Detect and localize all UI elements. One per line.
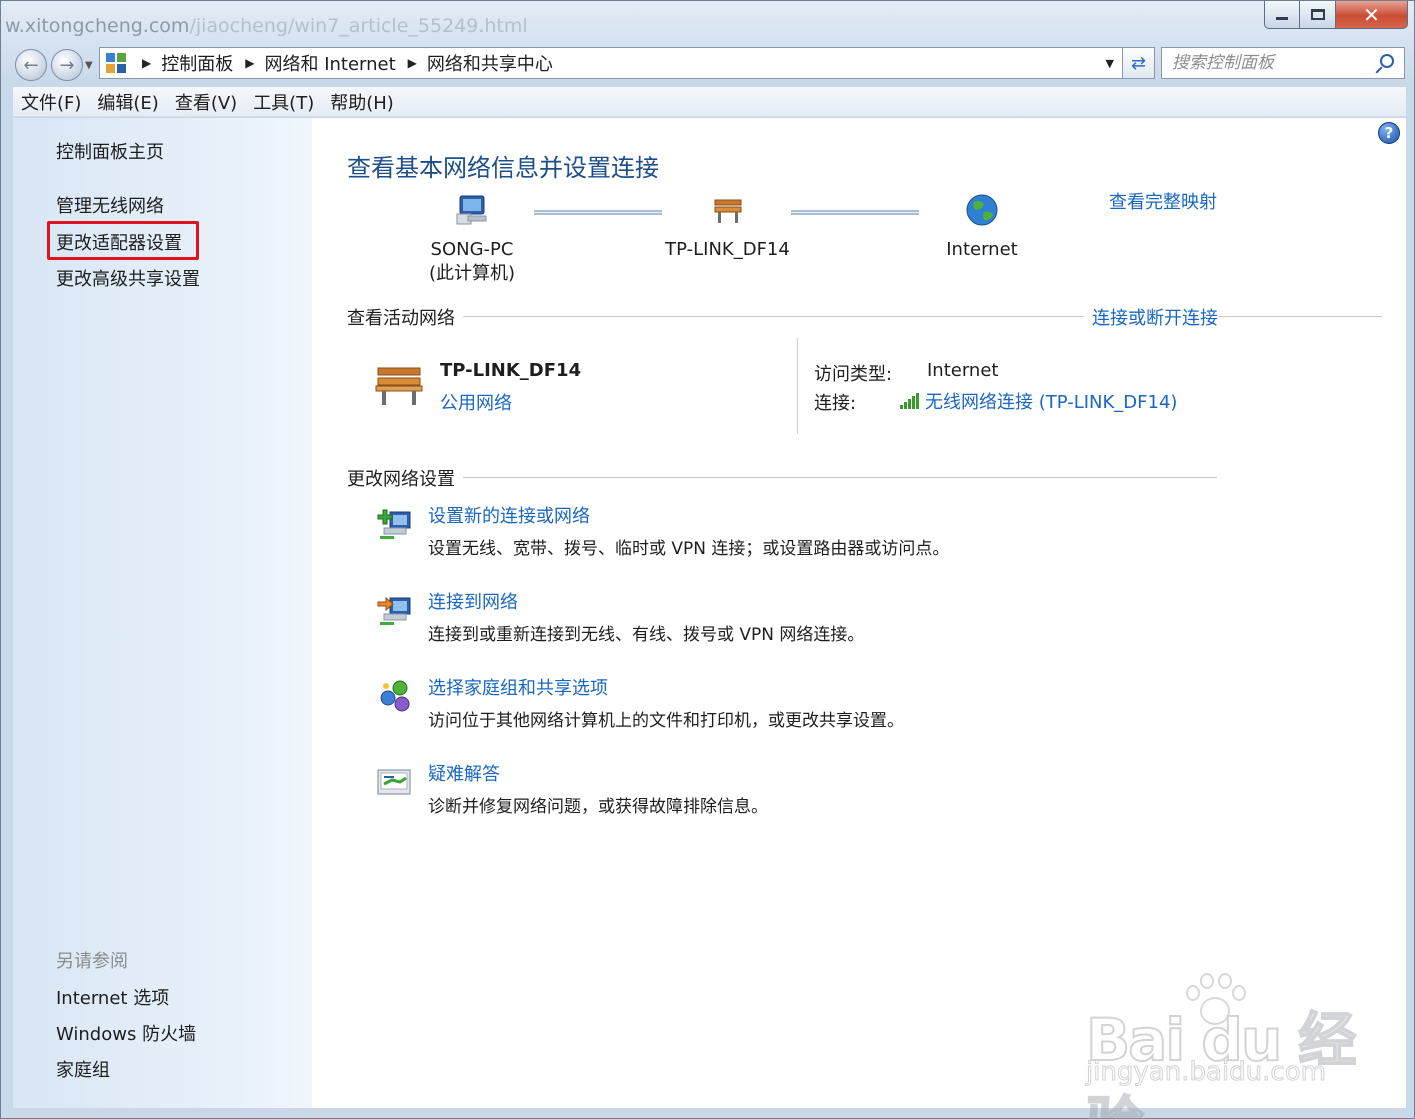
troubleshoot-icon [376, 764, 414, 800]
network-type-link[interactable]: 公用网络 [440, 389, 512, 415]
homegroup-icon [376, 678, 414, 714]
node-computer[interactable]: SONG-PC (此计算机) [417, 192, 527, 286]
baidu-jingyan-watermark: Bai du 经验 jingyan.baidu.com [1085, 969, 1376, 1119]
section-divider [352, 477, 1217, 478]
new-connection-icon [376, 506, 414, 542]
refresh-icon: ⇄ [1130, 52, 1147, 74]
computer-icon [454, 192, 490, 228]
connect-disconnect-link[interactable]: 连接或断开连接 [1084, 304, 1218, 330]
connect-network-icon [376, 592, 414, 628]
minimize-button[interactable] [1264, 1, 1300, 29]
access-type-value: Internet [927, 360, 999, 381]
chevron-right-icon[interactable]: ▶ [142, 56, 151, 70]
menu-help[interactable]: 帮助(H) [330, 89, 394, 115]
breadcrumb-network-sharing-center[interactable]: 网络和共享中心 [427, 50, 553, 76]
minimize-icon [1276, 17, 1288, 20]
address-bar[interactable]: ▶ 控制面板 ▶ 网络和 Internet ▶ 网络和共享中心 ▼ [99, 47, 1123, 79]
globe-icon [964, 192, 1000, 228]
search-box[interactable] [1161, 47, 1405, 79]
recent-pages-dropdown[interactable]: ▼ [85, 60, 93, 71]
sidebar-manage-wireless[interactable]: 管理无线网络 [56, 192, 164, 218]
menu-edit[interactable]: 编辑(E) [97, 89, 158, 115]
back-button[interactable]: ← [15, 49, 47, 81]
content-area: 控制面板主页 管理无线网络 更改适配器设置 更改高级共享设置 另请参阅 Inte… [13, 118, 1406, 1108]
node-internet[interactable]: Internet [932, 192, 1032, 262]
maximize-button[interactable] [1300, 1, 1336, 29]
homegroup-sharing-link[interactable]: 选择家庭组和共享选项 [428, 674, 608, 700]
node-computer-caption: (此计算机) [428, 263, 516, 284]
connection-line-router-internet [791, 210, 919, 215]
caption-buttons: ✕ [1264, 1, 1408, 29]
connection-label: 连接: [814, 393, 857, 414]
watermark-url: jingyan.baidu.com [1086, 1057, 1327, 1088]
node-computer-name: SONG-PC [430, 239, 514, 260]
troubleshoot-link[interactable]: 疑难解答 [428, 760, 500, 786]
section-divider [352, 316, 1382, 317]
active-networks-heading: 查看活动网络 [347, 304, 463, 330]
control-panel-window: w.xitongcheng.com/jiaocheng/win7_article… [0, 0, 1415, 1119]
sidebar-internet-options[interactable]: Internet 选项 [56, 984, 169, 1010]
breadcrumb-control-panel[interactable]: 控制面板 [161, 50, 233, 76]
node-internet-name: Internet [946, 239, 1018, 260]
node-network[interactable]: TP-LINK_DF14 [655, 192, 800, 262]
sidebar-homegroup[interactable]: 家庭组 [56, 1056, 110, 1082]
menu-view[interactable]: 查看(V) [175, 89, 237, 115]
page-title: 查看基本网络信息并设置连接 [347, 154, 659, 182]
highlight-annotation-box [47, 221, 199, 260]
bench-network-icon[interactable] [374, 362, 426, 408]
breadcrumb-network-internet[interactable]: 网络和 Internet [264, 50, 395, 76]
forward-button[interactable]: → [51, 49, 83, 81]
connect-to-network-desc: 连接到或重新连接到无线、有线、拨号或 VPN 网络连接。 [428, 625, 865, 645]
arrow-left-icon: ← [23, 54, 39, 76]
menu-bar: 文件(F) 编辑(E) 查看(V) 工具(T) 帮助(H) [13, 87, 1406, 117]
close-icon: ✕ [1363, 2, 1380, 27]
node-network-name: TP-LINK_DF14 [665, 239, 790, 260]
refresh-button[interactable]: ⇄ [1123, 47, 1155, 79]
vertical-divider [797, 338, 798, 434]
wifi-signal-icon [900, 393, 919, 409]
watermark-logo-text: Bai du 经验 [1085, 1005, 1357, 1119]
connection-line-computer-router [534, 210, 662, 215]
maximize-icon [1310, 9, 1325, 20]
setup-new-connection-link[interactable]: 设置新的连接或网络 [428, 502, 590, 528]
wireless-connection-text: 无线网络连接 (TP-LINK_DF14) [925, 392, 1178, 413]
menu-file[interactable]: 文件(F) [21, 89, 81, 115]
close-button[interactable]: ✕ [1336, 1, 1408, 29]
access-type-label: 访问类型: [814, 364, 893, 385]
bench-network-icon [710, 192, 746, 228]
sidebar-advanced-sharing[interactable]: 更改高级共享设置 [56, 265, 200, 291]
arrow-right-icon: → [59, 54, 75, 76]
sidebar-windows-firewall[interactable]: Windows 防火墙 [56, 1020, 196, 1046]
homegroup-sharing-desc: 访问位于其他网络计算机上的文件和打印机，或更改共享设置。 [428, 711, 904, 731]
chevron-down-icon[interactable]: ▼ [1106, 57, 1114, 70]
change-settings-heading: 更改网络设置 [347, 465, 463, 491]
see-also-heading: 另请参阅 [56, 951, 128, 972]
view-full-map-link[interactable]: 查看完整映射 [1109, 188, 1217, 214]
chevron-right-icon[interactable]: ▶ [408, 56, 417, 70]
control-panel-icon [104, 51, 130, 75]
active-network-name: TP-LINK_DF14 [440, 360, 582, 381]
chevron-right-icon[interactable]: ▶ [245, 56, 254, 70]
background-browser-url: w.xitongcheng.com/jiaocheng/win7_article… [5, 15, 528, 37]
sidebar-control-panel-home[interactable]: 控制面板主页 [56, 138, 164, 164]
menu-tools[interactable]: 工具(T) [253, 89, 314, 115]
sidebar: 控制面板主页 管理无线网络 更改适配器设置 更改高级共享设置 另请参阅 Inte… [13, 118, 312, 1108]
help-icon[interactable]: ? [1378, 122, 1400, 144]
main-panel: ? 查看基本网络信息并设置连接 查看完整映射 SONG-PC (此计算机) TP… [312, 118, 1406, 1108]
search-icon[interactable] [1380, 54, 1394, 68]
troubleshoot-desc: 诊断并修复网络问题，或获得故障排除信息。 [428, 797, 768, 817]
setup-new-connection-desc: 设置无线、宽带、拨号、临时或 VPN 连接；或设置路由器或访问点。 [428, 539, 950, 559]
wireless-connection-link[interactable]: 无线网络连接 (TP-LINK_DF14) [900, 388, 1177, 414]
connect-to-network-link[interactable]: 连接到网络 [428, 588, 518, 614]
search-input[interactable] [1172, 53, 1362, 73]
